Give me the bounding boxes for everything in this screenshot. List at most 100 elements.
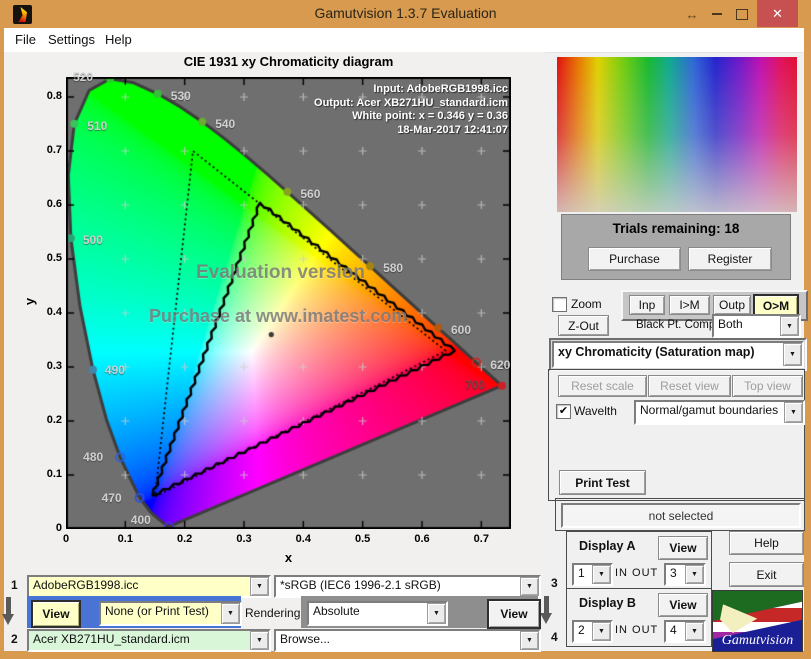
dropdown-arrow-icon[interactable]: ▼: [520, 577, 539, 596]
zoom-checkbox[interactable]: [552, 297, 567, 312]
view-transform-button[interactable]: View: [31, 600, 81, 628]
print-test-button[interactable]: Print Test: [559, 470, 646, 495]
x-tick-label: 0.3: [236, 533, 252, 545]
dropdown-arrow-icon[interactable]: ▼: [250, 631, 269, 650]
x-tick-label: 0.1: [117, 533, 133, 545]
y-tick-label: 0.2: [46, 413, 62, 426]
display-b-inout-label: IN OUT: [615, 624, 659, 636]
display-a-inout-label: IN OUT: [615, 567, 659, 579]
wavelength-label-560: 560: [300, 186, 321, 201]
wavelength-label-540: 540: [215, 116, 236, 131]
display-a-out-value: 3: [670, 566, 677, 580]
annotation-output: Output: Acer XB271HU_standard.icm: [314, 96, 508, 109]
dropdown-arrow-icon[interactable]: ▼: [592, 622, 611, 641]
input-to-monitor-button[interactable]: I>M: [669, 295, 710, 315]
top-view-button[interactable]: Top view: [732, 375, 803, 397]
wavelength-label-510: 510: [87, 118, 108, 133]
inp-button[interactable]: Inp: [629, 295, 665, 315]
display-a-in-select[interactable]: 1 ▼: [572, 563, 613, 586]
minimize-button[interactable]: [706, 3, 728, 25]
menu-help[interactable]: Help: [105, 32, 132, 47]
dropdown-arrow-icon[interactable]: ▼: [784, 402, 803, 423]
z-out-button[interactable]: Z-Out: [558, 315, 609, 336]
register-button[interactable]: Register: [688, 247, 772, 271]
browse-select[interactable]: Browse... ▼: [274, 629, 541, 652]
view-mode-select[interactable]: xy Chromaticity (Saturation map) ▼: [552, 341, 804, 368]
wavelength-label-700: 700: [464, 377, 485, 392]
dropdown-arrow-icon[interactable]: ▼: [221, 603, 240, 624]
display-a-in-value: 1: [578, 566, 585, 580]
row1-number-right: 3: [551, 576, 558, 590]
gamutvision-window: Gamutvision 1.3.7 Evaluation ↔ ✕ File Se…: [0, 0, 811, 659]
print-test-select[interactable]: None (or Print Test) ▼: [99, 601, 242, 626]
display-b-out-value: 4: [670, 623, 677, 637]
menu-settings[interactable]: Settings: [48, 32, 95, 47]
restore-icon[interactable]: ↔: [682, 3, 702, 25]
y-tick-label: 0.1: [46, 467, 62, 480]
x-tick-label: 0.5: [355, 533, 371, 545]
annotation-whitepoint: White point: x = 0.346 y = 0.36: [352, 110, 508, 122]
help-button[interactable]: Help: [729, 531, 804, 555]
reference-profile-select[interactable]: *sRGB (IEC6 1996-2.1 sRGB) ▼: [274, 575, 541, 598]
maximize-button[interactable]: [732, 3, 752, 25]
purchase-button[interactable]: Purchase: [588, 247, 681, 271]
dropdown-arrow-icon[interactable]: ▼: [427, 603, 446, 624]
dropdown-arrow-icon[interactable]: ▼: [685, 622, 704, 641]
window-border-bottom: [0, 651, 811, 659]
view-output-button[interactable]: View: [487, 599, 541, 629]
x-tick-label: 0.2: [177, 533, 193, 545]
display-a-view-button[interactable]: View: [658, 536, 708, 560]
display-b-view-button[interactable]: View: [658, 593, 708, 617]
input-profile-value: AdobeRGB1998.icc: [29, 577, 250, 596]
zoom-checkbox-label: Zoom: [571, 297, 602, 311]
wavelength-label-400: 400: [130, 513, 151, 528]
display-b-in-select[interactable]: 2 ▼: [572, 620, 613, 643]
hue-saturation-preview: [557, 57, 797, 212]
boundaries-select[interactable]: Normal/gamut boundaries ▼: [634, 400, 805, 425]
dropdown-arrow-icon[interactable]: ▼: [780, 316, 799, 336]
x-tick-label: 0.7: [473, 533, 489, 545]
annotation-input: Input: AdobeRGB1998.icc: [373, 83, 508, 95]
x-tick-label: 0: [62, 533, 70, 545]
dropdown-arrow-icon[interactable]: ▼: [250, 577, 269, 596]
wavelength-label-490: 490: [104, 362, 125, 377]
wavelth-checkbox[interactable]: ✔: [556, 404, 571, 419]
outp-button[interactable]: Outp: [713, 295, 751, 315]
y-tick-label: 0: [55, 522, 62, 534]
boundaries-value: Normal/gamut boundaries: [640, 403, 779, 417]
wavelength-label-500: 500: [82, 233, 103, 248]
reset-scale-button[interactable]: Reset scale: [558, 375, 647, 397]
chromaticity-plot[interactable]: [66, 77, 511, 529]
y-tick-label: 0.5: [46, 251, 62, 264]
wavelength-label-620: 620: [490, 357, 511, 372]
dropdown-arrow-icon[interactable]: ▼: [783, 343, 802, 366]
reset-view-button[interactable]: Reset view: [648, 375, 731, 397]
print-test-value: None (or Print Test): [101, 603, 221, 624]
chart-title: CIE 1931 xy Chromaticity diagram: [183, 54, 394, 69]
output-profile-select[interactable]: Acer XB271HU_standard.icm ▼: [27, 629, 271, 652]
close-button[interactable]: ✕: [757, 0, 798, 27]
watermark-evaluation: Evaluation version: [196, 262, 365, 283]
display-a-group: Display A View 1 ▼ IN OUT 3 ▼: [566, 531, 712, 590]
dropdown-arrow-icon[interactable]: ▼: [520, 631, 539, 650]
display-a-out-select[interactable]: 3 ▼: [664, 563, 706, 586]
input-profile-select[interactable]: AdobeRGB1998.icc ▼: [27, 575, 271, 598]
y-tick-label: 0.6: [46, 197, 62, 210]
y-tick-label: 0.4: [46, 305, 62, 318]
y-tick-label: 0.8: [46, 89, 62, 102]
menu-file[interactable]: File: [15, 32, 36, 47]
row1-number: 1: [11, 578, 18, 592]
rendering-intent-select[interactable]: Absolute ▼: [307, 601, 448, 626]
y-tick-label: 0.7: [46, 143, 62, 156]
black-pt-comp-select[interactable]: Both ▼: [712, 314, 801, 338]
browse-value: Browse...: [280, 632, 331, 646]
dropdown-arrow-icon[interactable]: ▼: [592, 565, 611, 584]
output-profile-value: Acer XB271HU_standard.icm: [29, 631, 250, 650]
trials-panel: Trials remaining: 18 Purchase Register: [561, 214, 791, 280]
x-tick-label: 0.6: [414, 533, 430, 545]
y-axis-label: y: [22, 297, 38, 306]
dropdown-arrow-icon[interactable]: ▼: [685, 565, 704, 584]
exit-button[interactable]: Exit: [729, 562, 804, 587]
display-b-out-select[interactable]: 4 ▼: [664, 620, 706, 643]
display-b-group: Display B View 2 ▼ IN OUT 4 ▼: [566, 588, 712, 647]
